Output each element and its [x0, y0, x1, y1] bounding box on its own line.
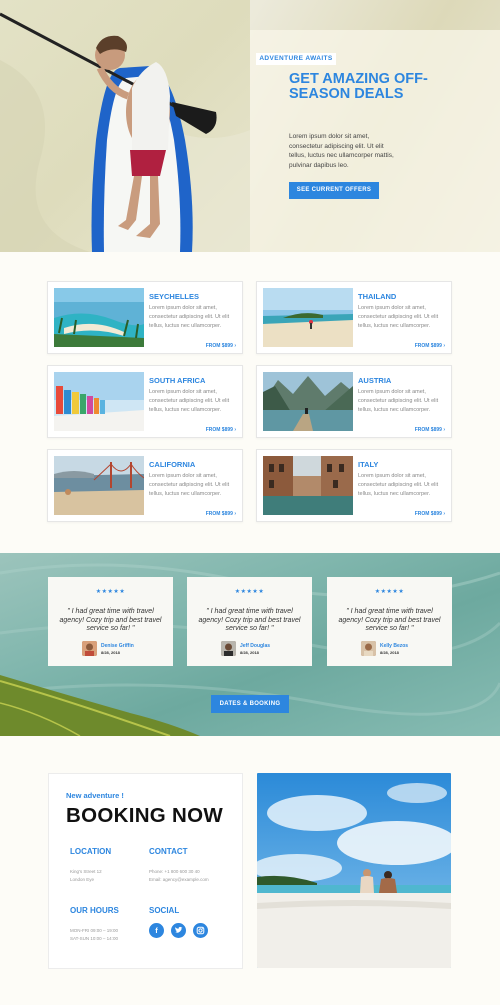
destination-name: SOUTH AFRICA: [149, 376, 206, 385]
testimonial-quote: " I had great time with travel agency! C…: [59, 608, 162, 632]
destination-card-italy[interactable]: ITALY Lorem ipsum dolor sit amet, consec…: [256, 449, 452, 522]
testimonial-quote: " I had great time with travel agency! C…: [338, 608, 441, 632]
destination-description: Lorem ipsum dolor sit amet, consectetur …: [358, 389, 439, 413]
south-africa-image: [54, 372, 144, 431]
destination-name: ITALY: [358, 460, 379, 469]
location-heading: LOCATION: [70, 847, 112, 856]
booking-subtitle: New adventure !: [66, 791, 124, 800]
booking-title: BOOKING NOW: [66, 804, 224, 827]
beach-couple-image: [257, 773, 451, 968]
contact-heading: CONTACT: [149, 847, 188, 856]
destination-price-link[interactable]: FROM $899 ›: [206, 427, 236, 433]
california-image: [54, 456, 144, 515]
testimonial-author: Kelly Bezos: [380, 643, 409, 649]
testimonial-date: 8/28, 2018: [240, 650, 259, 655]
twitter-icon[interactable]: [171, 923, 186, 938]
hours-line: SAT-SUN 10:00 – 14:00: [70, 936, 118, 941]
italy-image: [263, 456, 353, 515]
destination-description: Lorem ipsum dolor sit amet, consectetur …: [149, 305, 230, 329]
destination-description: Lorem ipsum dolor sit amet, consectetur …: [358, 473, 439, 497]
destination-card-south-africa[interactable]: SOUTH AFRICA Lorem ipsum dolor sit amet,…: [47, 365, 243, 438]
destination-price-link[interactable]: FROM $899 ›: [415, 343, 445, 349]
destination-card-thailand[interactable]: THAILAND Lorem ipsum dolor sit amet, con…: [256, 281, 452, 354]
destination-description: Lorem ipsum dolor sit amet, consectetur …: [149, 473, 230, 497]
rating-stars: ★★★★★: [374, 589, 405, 595]
testimonial-card: ★★★★★ " I had great time with travel age…: [187, 577, 312, 666]
page: ADVENTURE AWAITS GET AMAZING OFF-SEASON …: [0, 0, 500, 1005]
testimonial-author: Jeff Douglas: [240, 643, 271, 649]
austria-image: [263, 372, 353, 431]
hero-section: ADVENTURE AWAITS GET AMAZING OFF-SEASON …: [0, 0, 500, 252]
location-line: London Eye: [70, 877, 95, 882]
testimonial-quote: " I had great time with travel agency! C…: [198, 608, 301, 632]
contact-email: Email: agency@example.com: [149, 877, 209, 882]
seychelles-image: [54, 288, 144, 347]
paddleboarder-image: [0, 0, 250, 252]
destination-card-seychelles[interactable]: SEYCHELLES Lorem ipsum dolor sit amet, c…: [47, 281, 243, 354]
testimonial-date: 8/28, 2018: [101, 650, 120, 655]
destination-card-california[interactable]: CALIFORNIA Lorem ipsum dolor sit amet, c…: [47, 449, 243, 522]
destination-card-austria[interactable]: AUSTRIA Lorem ipsum dolor sit amet, cons…: [256, 365, 452, 438]
contact-phone: Phone: +1 800 600 30 40: [149, 869, 200, 874]
avatar: [361, 641, 376, 656]
destination-price-link[interactable]: FROM $899 ›: [415, 427, 445, 433]
testimonial-date: 8/28, 2018: [380, 650, 399, 655]
destination-name: AUSTRIA: [358, 376, 392, 385]
see-current-offers-button[interactable]: SEE CURRENT OFFERS: [289, 182, 379, 199]
destination-name: THAILAND: [358, 292, 397, 301]
rating-stars: ★★★★★: [95, 589, 126, 595]
destination-description: Lorem ipsum dolor sit amet, consectetur …: [149, 389, 230, 413]
destination-price-link[interactable]: FROM $899 ›: [206, 343, 236, 349]
social-heading: SOCIAL: [149, 906, 180, 915]
location-line: King's Street 12: [70, 869, 102, 874]
hours-heading: OUR HOURS: [70, 906, 119, 915]
hero-text: Lorem ipsum dolor sit amet, consectetur …: [289, 133, 394, 169]
hero-title: GET AMAZING OFF-SEASON DEALS: [289, 71, 428, 102]
testimonial-card: ★★★★★ " I had great time with travel age…: [327, 577, 452, 666]
testimonial-author: Denise Griffin: [101, 643, 134, 649]
thailand-image: [263, 288, 353, 347]
destination-name: SEYCHELLES: [149, 292, 200, 301]
rating-stars: ★★★★★: [234, 589, 265, 595]
hours-line: MON-FRI 09:00 – 19:00: [70, 928, 119, 933]
avatar: [221, 641, 236, 656]
destination-price-link[interactable]: FROM $899 ›: [206, 511, 236, 517]
testimonial-card: ★★★★★ " I had great time with travel age…: [48, 577, 173, 666]
hero-eyebrow: ADVENTURE AWAITS: [256, 53, 336, 65]
facebook-icon[interactable]: f: [149, 923, 164, 938]
avatar: [82, 641, 97, 656]
destination-price-link[interactable]: FROM $899 ›: [415, 511, 445, 517]
instagram-icon[interactable]: [193, 923, 208, 938]
destination-description: Lorem ipsum dolor sit amet, consectetur …: [358, 305, 439, 329]
dates-booking-button[interactable]: DATES & BOOKING: [211, 695, 289, 713]
destination-name: CALIFORNIA: [149, 460, 196, 469]
testimonials-section: ★★★★★ " I had great time with travel age…: [0, 553, 500, 736]
